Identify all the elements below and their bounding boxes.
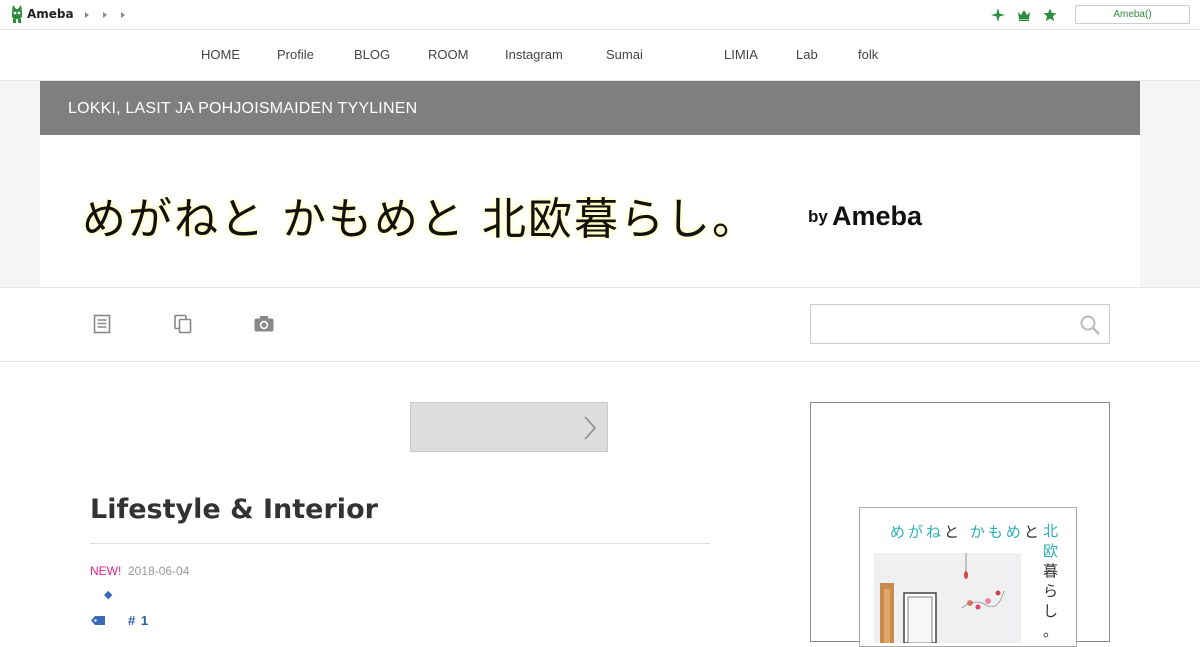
blog-title: めがねと かもめと 北欧暮らし。: [82, 194, 758, 245]
chevron-right-icon: [584, 416, 597, 440]
entry-date: 2018-06-04: [128, 564, 190, 578]
book-title-part: と: [944, 523, 963, 541]
global-nav: HOME Profile BLOG ROOM Instagram Sumai L…: [0, 30, 1200, 81]
nav-item-profile[interactable]: Profile: [277, 47, 314, 62]
tag-icon: [91, 616, 105, 625]
nav-item-folk[interactable]: folk: [858, 47, 878, 62]
search-input[interactable]: [811, 305, 1071, 343]
next-entry-button[interactable]: [410, 402, 608, 452]
breadcrumb-arrow-icon[interactable]: [85, 12, 89, 18]
ameba-login-button[interactable]: Ameba(): [1075, 5, 1190, 24]
sparkle-icon[interactable]: [990, 7, 1006, 23]
book-title-char: 。: [1043, 622, 1059, 640]
book-title-char: し: [1043, 602, 1059, 620]
ameba-logo[interactable]: Ameba: [10, 5, 74, 23]
book-vertical-title: 北 欧 暮 ら し 。: [1043, 521, 1059, 641]
theme-list-icon[interactable]: [172, 313, 194, 335]
blog-subtitle-strip: LOKKI, LASIT JA POHJOISMAIDEN TYYLINEN: [40, 81, 1140, 135]
book-title-part: かもめ: [969, 523, 1024, 541]
nav-item-instagram[interactable]: Instagram: [505, 47, 563, 62]
book-title-char: 暮: [1043, 562, 1059, 580]
blog-subtitle: LOKKI, LASIT JA POHJOISMAIDEN TYYLINEN: [68, 100, 418, 117]
diamond-bullet: ◆: [104, 588, 113, 601]
banner-by-text: by: [808, 207, 828, 226]
nav-item-lab[interactable]: Lab: [796, 47, 818, 62]
search-field: [810, 304, 1110, 344]
ameba-top-bar: Ameba Ameba(): [0, 0, 1200, 30]
book-title-char: 北: [1043, 522, 1059, 540]
banner-ameba-logo: Ameba: [832, 201, 923, 231]
nav-item-room[interactable]: ROOM: [428, 47, 468, 62]
title-divider: [90, 543, 710, 544]
hashtag-link[interactable]: # 1: [128, 613, 149, 628]
logo-text: Ameba: [27, 7, 74, 21]
blog-banner[interactable]: めがねと かもめと 北欧暮らし。 by Ameba: [40, 135, 1140, 287]
book-title-char: ら: [1043, 582, 1059, 600]
nav-item-limia[interactable]: LIMIA: [724, 47, 758, 62]
sidebar-book-widget: めがねと かもめと 北 欧 暮 ら し 。: [810, 402, 1110, 647]
nav-item-home[interactable]: HOME: [201, 47, 240, 62]
nav-item-sumai[interactable]: Sumai: [606, 47, 643, 62]
book-title-part: と: [1023, 523, 1042, 541]
entry-list-icon[interactable]: [91, 313, 113, 335]
camera-icon[interactable]: [253, 313, 275, 335]
crown-icon[interactable]: [1016, 7, 1032, 23]
entry-title[interactable]: Lifestyle & Interior: [90, 494, 378, 525]
ameba-mascot-icon: [12, 5, 22, 23]
breadcrumb-arrow-icon[interactable]: [103, 12, 107, 18]
breadcrumb: [85, 10, 125, 18]
book-title-part: めがね: [890, 523, 945, 541]
top-icon-group: [990, 7, 1058, 23]
search-icon[interactable]: [1079, 314, 1101, 336]
star-icon[interactable]: [1042, 7, 1058, 23]
book-title: めがねと かもめと: [890, 521, 1042, 542]
nav-item-blog[interactable]: BLOG: [354, 47, 390, 62]
breadcrumb-arrow-icon[interactable]: [121, 12, 125, 18]
book-title-char: 欧: [1043, 542, 1059, 560]
new-badge: NEW!: [90, 564, 122, 578]
book-cover[interactable]: めがねと かもめと 北 欧 暮 ら し 。: [859, 507, 1077, 647]
blog-toolbar: [0, 287, 1200, 362]
